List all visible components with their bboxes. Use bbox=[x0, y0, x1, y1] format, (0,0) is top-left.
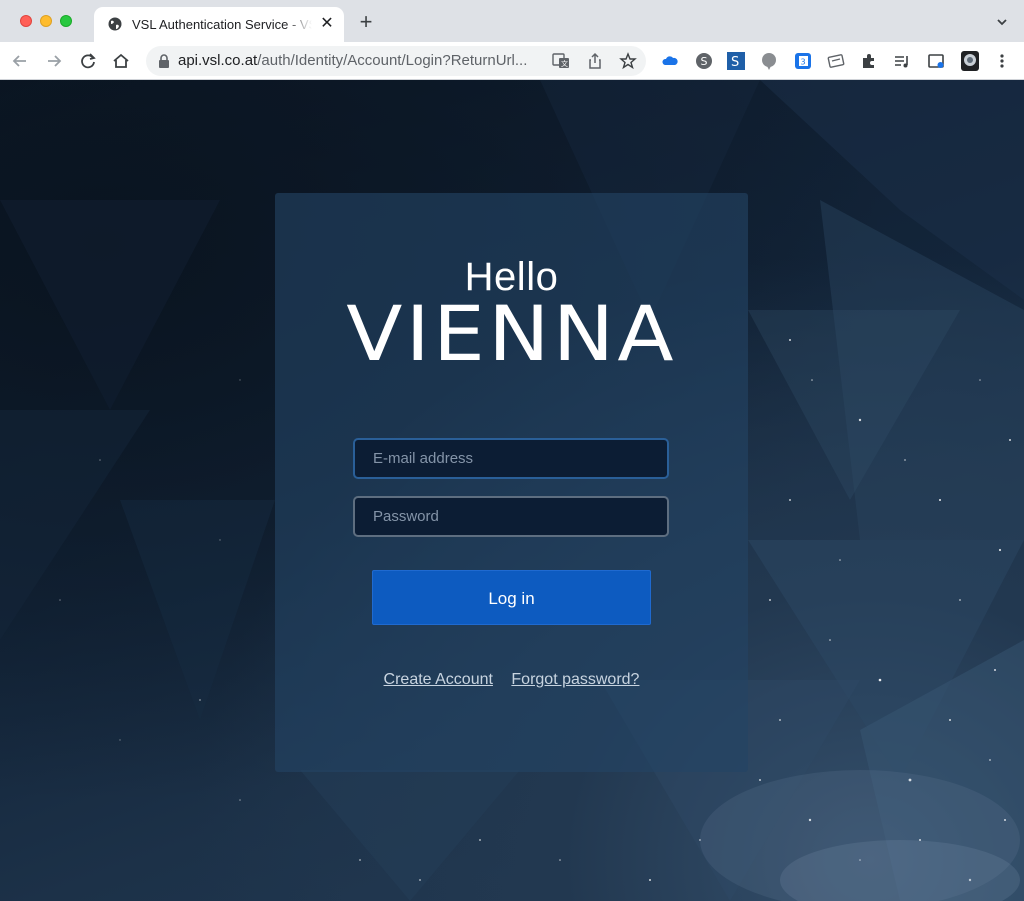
globe-icon bbox=[108, 17, 122, 31]
speech-bubble-extension-icon[interactable] bbox=[760, 52, 778, 70]
url-path: /auth/Identity/Account/Login?ReturnUrl..… bbox=[257, 52, 528, 69]
login-button[interactable]: Log in bbox=[372, 570, 651, 625]
card-extension-icon[interactable] bbox=[827, 52, 845, 70]
browser-toolbar: api.vsl.co.at/auth/Identity/Account/Logi… bbox=[0, 42, 1024, 80]
browser-chrome: VSL Authentication Service - VSL ✕ + api… bbox=[0, 0, 1024, 80]
url-host: api.vsl.co.at bbox=[178, 52, 258, 69]
browser-tab[interactable]: VSL Authentication Service - VSL ✕ bbox=[94, 7, 344, 42]
tab-title: VSL Authentication Service - VSL bbox=[132, 17, 312, 32]
new-tab-icon[interactable]: + bbox=[355, 11, 377, 34]
svg-text:文: 文 bbox=[561, 59, 568, 68]
profile-avatar[interactable] bbox=[960, 50, 980, 72]
brand-logo: VIENNA bbox=[346, 289, 677, 378]
reload-icon[interactable] bbox=[77, 50, 99, 72]
kebab-menu-icon[interactable] bbox=[993, 52, 1011, 70]
maximize-window-button[interactable] bbox=[60, 15, 72, 27]
tab-strip: VSL Authentication Service - VSL ✕ + bbox=[0, 0, 1024, 42]
chevron-down-icon[interactable] bbox=[994, 14, 1010, 30]
svg-text:S: S bbox=[731, 55, 739, 70]
account-links: Create Account Forgot password? bbox=[275, 671, 748, 689]
bookmark-star-icon[interactable] bbox=[619, 52, 637, 70]
puzzle-piece-icon[interactable] bbox=[860, 52, 878, 70]
forgot-password-link[interactable]: Forgot password? bbox=[511, 671, 639, 688]
email-field[interactable] bbox=[353, 438, 669, 479]
address-bar[interactable]: api.vsl.co.at/auth/Identity/Account/Logi… bbox=[146, 46, 646, 76]
page-content: Hello VIENNA Log in Create Account Forgo… bbox=[0, 80, 1024, 901]
password-field[interactable] bbox=[353, 496, 669, 537]
svg-text:S: S bbox=[701, 55, 708, 68]
side-panel-icon[interactable] bbox=[927, 52, 945, 70]
lock-icon[interactable] bbox=[158, 54, 170, 68]
url-text[interactable]: api.vsl.co.at/auth/Identity/Account/Logi… bbox=[178, 52, 527, 69]
minimize-window-button[interactable] bbox=[40, 15, 52, 27]
create-account-link[interactable]: Create Account bbox=[384, 671, 493, 688]
close-window-button[interactable] bbox=[20, 15, 32, 27]
login-card: Hello VIENNA Log in Create Account Forgo… bbox=[275, 193, 748, 772]
cloud-extension-icon[interactable] bbox=[661, 52, 679, 70]
forward-arrow-icon[interactable] bbox=[43, 50, 65, 72]
media-queue-icon[interactable] bbox=[893, 52, 911, 70]
svg-text:3: 3 bbox=[801, 58, 806, 67]
s-circle-extension-icon[interactable]: S bbox=[695, 52, 713, 70]
translate-icon[interactable]: 文 bbox=[552, 52, 570, 70]
share-icon[interactable] bbox=[586, 52, 604, 70]
s-square-extension-icon[interactable]: S bbox=[727, 52, 745, 70]
close-tab-icon[interactable]: ✕ bbox=[318, 15, 336, 33]
back-arrow-icon[interactable] bbox=[9, 50, 31, 72]
bracket-extension-icon[interactable]: 3 bbox=[794, 52, 812, 70]
home-icon[interactable] bbox=[110, 50, 132, 72]
